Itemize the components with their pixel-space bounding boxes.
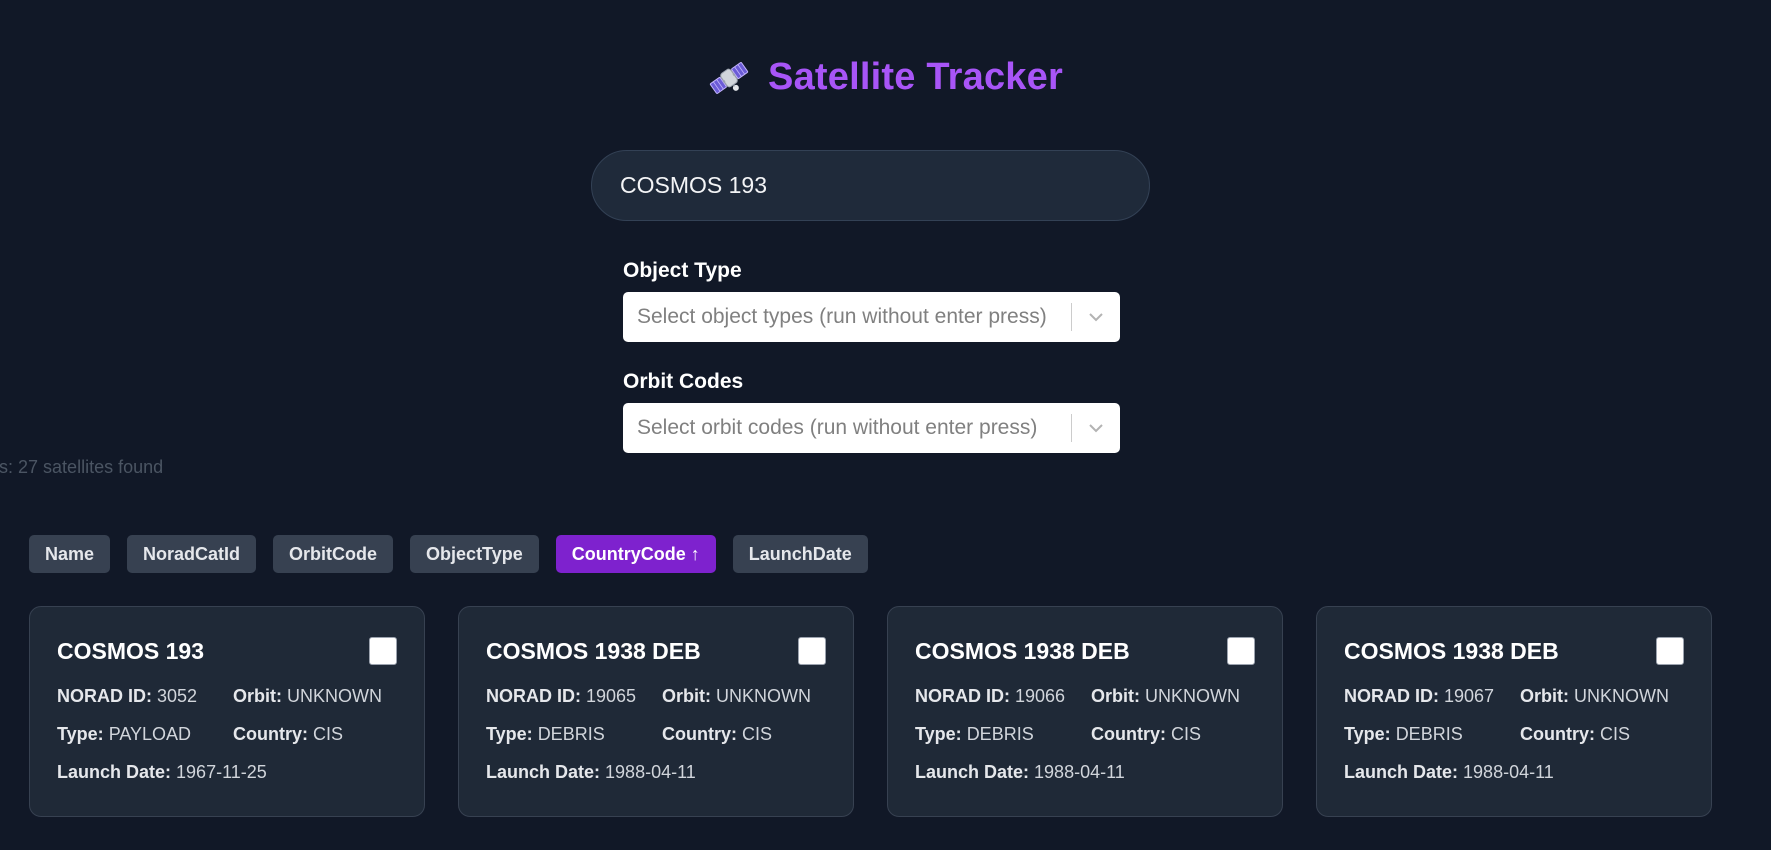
launch-date-field: Launch Date: 1967-11-25 [57,762,267,782]
sort-buttons: Name NoradCatId OrbitCode ObjectType Cou… [29,535,868,573]
type-field: Type: DEBRIS [486,724,605,744]
norad-id-value: 19065 [586,686,637,706]
satellite-card[interactable]: COSMOS 1938 DEB NORAD ID: 19066 Orbit: U… [887,606,1283,817]
select-checkbox[interactable] [1656,637,1684,665]
satellite-name: COSMOS 1938 DEB [915,638,1130,664]
country-value: CIS [1600,724,1631,744]
type-field: Type: PAYLOAD [57,724,192,744]
country-field: Country: CIS [1520,724,1631,744]
orbit-field: Orbit: UNKNOWN [233,686,383,706]
sort-noradcatid-button[interactable]: NoradCatId [127,535,257,573]
country-value: CIS [742,724,773,744]
satellite-name: COSMOS 1938 DEB [1344,638,1559,664]
select-checkbox[interactable] [798,637,826,665]
sort-orbitcode-button[interactable]: OrbitCode [273,535,394,573]
satellite-details: NORAD ID: 3052 Orbit: UNKNOWN Type: PAYL… [57,685,397,783]
orbit-field: Orbit: UNKNOWN [1520,686,1670,706]
orbit-value: UNKNOWN [1574,686,1670,706]
country-value: CIS [313,724,344,744]
satellite-name: COSMOS 1938 DEB [486,638,701,664]
select-checkbox[interactable] [1227,637,1255,665]
norad-id-field: NORAD ID: 3052 [57,686,198,706]
orbit-value: UNKNOWN [1145,686,1241,706]
norad-id-field: NORAD ID: 19065 [486,686,637,706]
country-field: Country: CIS [662,724,773,744]
type-value: DEBRIS [537,724,605,744]
object-type-placeholder: Select object types (run without enter p… [637,305,1047,328]
app-page: Satellite Tracker Object Type Select obj… [0,0,1771,850]
orbit-value: UNKNOWN [287,686,383,706]
norad-id-value: 19067 [1444,686,1495,706]
launch-date-field: Launch Date: 1988-04-11 [486,762,696,782]
launch-date-value: 1988-04-11 [1034,762,1125,782]
launch-date-value: 1967-11-25 [176,762,267,782]
satellite-details: NORAD ID: 19067 Orbit: UNKNOWN Type: DEB… [1344,685,1684,783]
select-checkbox[interactable] [369,637,397,665]
orbit-value: UNKNOWN [716,686,812,706]
object-type-select[interactable]: Select object types (run without enter p… [623,292,1120,342]
satellite-details: NORAD ID: 19066 Orbit: UNKNOWN Type: DEB… [915,685,1255,783]
satellite-icon [708,57,750,99]
type-field: Type: DEBRIS [915,724,1034,744]
satellite-card[interactable]: COSMOS 1938 DEB NORAD ID: 19067 Orbit: U… [1316,606,1712,817]
search-box [591,150,1150,221]
type-field: Type: DEBRIS [1344,724,1463,744]
sort-name-button[interactable]: Name [29,535,111,573]
satellite-card[interactable]: COSMOS 1938 DEB NORAD ID: 19065 Orbit: U… [458,606,854,817]
launch-date-field: Launch Date: 1988-04-11 [915,762,1125,782]
launch-date-field: Launch Date: 1988-04-11 [1344,762,1554,782]
type-value: DEBRIS [966,724,1034,744]
satellite-card[interactable]: COSMOS 193 NORAD ID: 3052 Orbit: UNKNOWN… [29,606,425,817]
launch-date-value: 1988-04-11 [605,762,696,782]
chevron-down-icon[interactable] [1072,403,1120,453]
sort-launchdate-button[interactable]: LaunchDate [732,535,868,573]
norad-id-value: 3052 [157,686,198,706]
orbit-field: Orbit: UNKNOWN [662,686,812,706]
satellite-card-list: COSMOS 193 NORAD ID: 3052 Orbit: UNKNOWN… [29,606,1712,817]
orbit-field: Orbit: UNKNOWN [1091,686,1241,706]
norad-id-field: NORAD ID: 19067 [1344,686,1495,706]
object-type-label: Object Type [623,259,742,282]
launch-date-value: 1988-04-11 [1463,762,1554,782]
chevron-down-icon[interactable] [1072,292,1120,342]
orbit-codes-placeholder: Select orbit codes (run without enter pr… [637,416,1038,439]
type-value: PAYLOAD [108,724,192,744]
country-value: CIS [1171,724,1202,744]
orbit-codes-select[interactable]: Select orbit codes (run without enter pr… [623,403,1120,453]
sort-countrycode-button[interactable]: CountryCode ↑ [555,535,716,573]
country-field: Country: CIS [233,724,344,744]
norad-id-field: NORAD ID: 19066 [915,686,1066,706]
sort-objecttype-button[interactable]: ObjectType [410,535,539,573]
page-title: Satellite Tracker [768,56,1063,98]
country-field: Country: CIS [1091,724,1202,744]
type-value: DEBRIS [1395,724,1463,744]
results-count: Results: 27 satellites found [0,457,164,477]
satellite-name: COSMOS 193 [57,638,204,664]
norad-id-value: 19066 [1015,686,1066,706]
search-input[interactable] [592,151,1149,220]
orbit-codes-label: Orbit Codes [623,370,744,393]
satellite-details: NORAD ID: 19065 Orbit: UNKNOWN Type: DEB… [486,685,826,783]
header: Satellite Tracker [0,56,1771,99]
